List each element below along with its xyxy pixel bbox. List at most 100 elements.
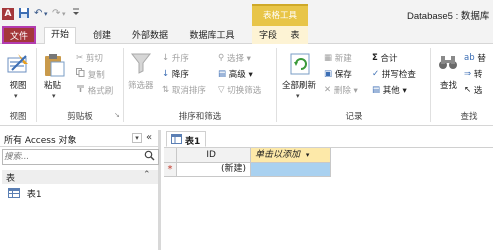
- goto-button[interactable]: ⇒ 转: [464, 68, 482, 81]
- spelling-icon: ✓: [372, 69, 380, 79]
- tab-database-tools[interactable]: 数据库工具: [184, 29, 240, 45]
- table-icon: [8, 188, 20, 201]
- more-label: 其他: [382, 86, 400, 96]
- select-all-corner[interactable]: [164, 148, 177, 163]
- sort-descending-label: 降序: [171, 70, 189, 80]
- find-label[interactable]: 查找: [440, 80, 457, 93]
- clipboard-launcher-icon[interactable]: ↘: [114, 111, 120, 119]
- sort-descending-button[interactable]: ↓ 降序: [162, 68, 189, 81]
- cut-button[interactable]: ✂ 剪切: [76, 52, 103, 65]
- selection-filter-button[interactable]: ⚲ 选择 ▾: [218, 52, 251, 65]
- sort-descending-icon: ↓: [162, 69, 170, 79]
- view-dropdown-icon[interactable]: ▾: [14, 92, 18, 100]
- redo-icon[interactable]: ↷: [52, 7, 60, 21]
- group-label-records: 记录: [345, 112, 363, 122]
- column-dropdown-icon[interactable]: ▾: [306, 151, 310, 159]
- tab-home[interactable]: 开始: [44, 27, 76, 44]
- save-icon[interactable]: [18, 7, 30, 21]
- new-record-button[interactable]: ▦ 新建: [324, 52, 352, 65]
- table-tools-context-label: 表格工具: [252, 4, 308, 26]
- replace-label: 替: [477, 54, 486, 64]
- select-button[interactable]: ↖ 选: [464, 84, 482, 97]
- click-to-add-label: 单击以添加: [255, 150, 301, 160]
- undo-icon[interactable]: ↶: [34, 7, 42, 21]
- more-dropdown-icon: ▾: [402, 86, 407, 96]
- tab-create[interactable]: 创建: [88, 29, 116, 45]
- sort-ascending-icon: ↓: [162, 53, 170, 63]
- refresh-dropdown-icon[interactable]: ▾: [296, 92, 300, 100]
- tab-file[interactable]: 文件: [2, 26, 36, 44]
- toggle-filter-icon: ▽: [218, 85, 225, 95]
- tab-fields[interactable]: 字段: [256, 29, 280, 45]
- document-tab-table1[interactable]: 表1: [166, 131, 206, 147]
- spelling-label: 拼写检查: [381, 70, 416, 80]
- group-label-sort-filter: 排序和筛选: [178, 112, 222, 122]
- tab-external-data[interactable]: 外部数据: [128, 29, 172, 45]
- group-divider: [123, 48, 124, 122]
- shutter-bar-close-icon[interactable]: «: [146, 132, 152, 143]
- new-record-id-cell[interactable]: (新建): [177, 163, 251, 177]
- window-title: Database5 : 数据库: [407, 11, 490, 22]
- nav-search-input[interactable]: [4, 151, 138, 163]
- collapse-category-icon[interactable]: ⌃: [143, 170, 151, 180]
- filter-button-label[interactable]: 筛选器: [128, 80, 154, 93]
- more-button[interactable]: ▤ 其他 ▾: [372, 84, 407, 97]
- cut-label: 剪切: [85, 54, 103, 64]
- format-painter-label: 格式刷: [87, 86, 114, 97]
- nav-item-label: 表1: [26, 190, 42, 200]
- spelling-button[interactable]: ✓ 拼写检查: [372, 68, 416, 81]
- scissors-icon: ✂: [76, 53, 84, 63]
- search-icon[interactable]: [144, 150, 155, 164]
- remove-sort-button[interactable]: ⇅ 取消排序: [162, 84, 206, 97]
- view-button-label[interactable]: 视图: [6, 80, 30, 93]
- access-app-icon[interactable]: A: [2, 8, 14, 20]
- format-painter-button[interactable]: 格式刷: [76, 84, 113, 97]
- select-cursor-icon: ↖: [464, 85, 472, 95]
- group-label-find: 查找: [460, 112, 478, 122]
- save-record-label: 保存: [334, 70, 352, 80]
- column-header-id[interactable]: ID: [177, 148, 251, 163]
- redo-dropdown-icon[interactable]: ▾: [62, 7, 66, 21]
- view-icon[interactable]: [6, 52, 30, 79]
- refresh-all-icon[interactable]: [290, 52, 312, 79]
- sigma-icon: Σ: [372, 53, 378, 63]
- replace-button[interactable]: ab 替: [464, 52, 486, 65]
- group-divider: [276, 48, 277, 122]
- new-record-label: 新建: [334, 54, 352, 64]
- delete-record-button[interactable]: ✕ 删除 ▾: [324, 84, 358, 97]
- copy-label: 复制: [87, 70, 105, 81]
- delete-icon: ✕: [324, 85, 332, 95]
- new-record-icon: ▦: [324, 53, 333, 63]
- format-painter-icon: [76, 84, 85, 98]
- toggle-filter-label: 切换筛选: [227, 86, 262, 96]
- save-record-button[interactable]: ▣ 保存: [324, 68, 352, 81]
- paste-icon[interactable]: [42, 52, 66, 81]
- selection-filter-icon: ⚲: [218, 53, 225, 63]
- advanced-filter-label: 高级: [228, 70, 246, 80]
- new-record-add-cell[interactable]: [251, 163, 331, 177]
- selection-filter-label: 选择: [226, 54, 244, 64]
- column-header-click-to-add[interactable]: 单击以添加 ▾: [251, 148, 331, 163]
- replace-icon: ab: [464, 53, 475, 63]
- sort-ascending-button[interactable]: ↓ 升序: [162, 52, 189, 65]
- delete-label: 删除: [333, 86, 351, 96]
- nav-pane-title[interactable]: 所有 Access 对象: [4, 133, 77, 146]
- binoculars-icon[interactable]: [438, 52, 458, 75]
- group-label-view: 视图: [9, 112, 27, 122]
- advanced-dropdown-icon: ▾: [248, 70, 253, 80]
- paste-dropdown-icon[interactable]: ▾: [52, 92, 56, 100]
- document-tab-label: 表1: [185, 137, 201, 147]
- totals-button[interactable]: Σ 合计: [372, 52, 398, 65]
- nav-category-tables[interactable]: [2, 170, 158, 184]
- nav-item-table1[interactable]: 表1: [8, 187, 42, 201]
- copy-button[interactable]: 复制: [76, 68, 105, 81]
- new-record-selector[interactable]: *: [164, 163, 177, 177]
- customize-qat-icon[interactable]: [72, 7, 80, 21]
- toggle-filter-button[interactable]: ▽ 切换筛选: [218, 84, 261, 97]
- advanced-filter-icon: ▤: [218, 69, 227, 79]
- advanced-filter-button[interactable]: ▤ 高级 ▾: [218, 68, 253, 81]
- tab-table[interactable]: 表: [284, 29, 306, 45]
- undo-dropdown-icon[interactable]: ▾: [44, 7, 48, 21]
- filter-icon[interactable]: [130, 52, 152, 77]
- nav-menu-dropdown-icon[interactable]: ▾: [132, 133, 142, 143]
